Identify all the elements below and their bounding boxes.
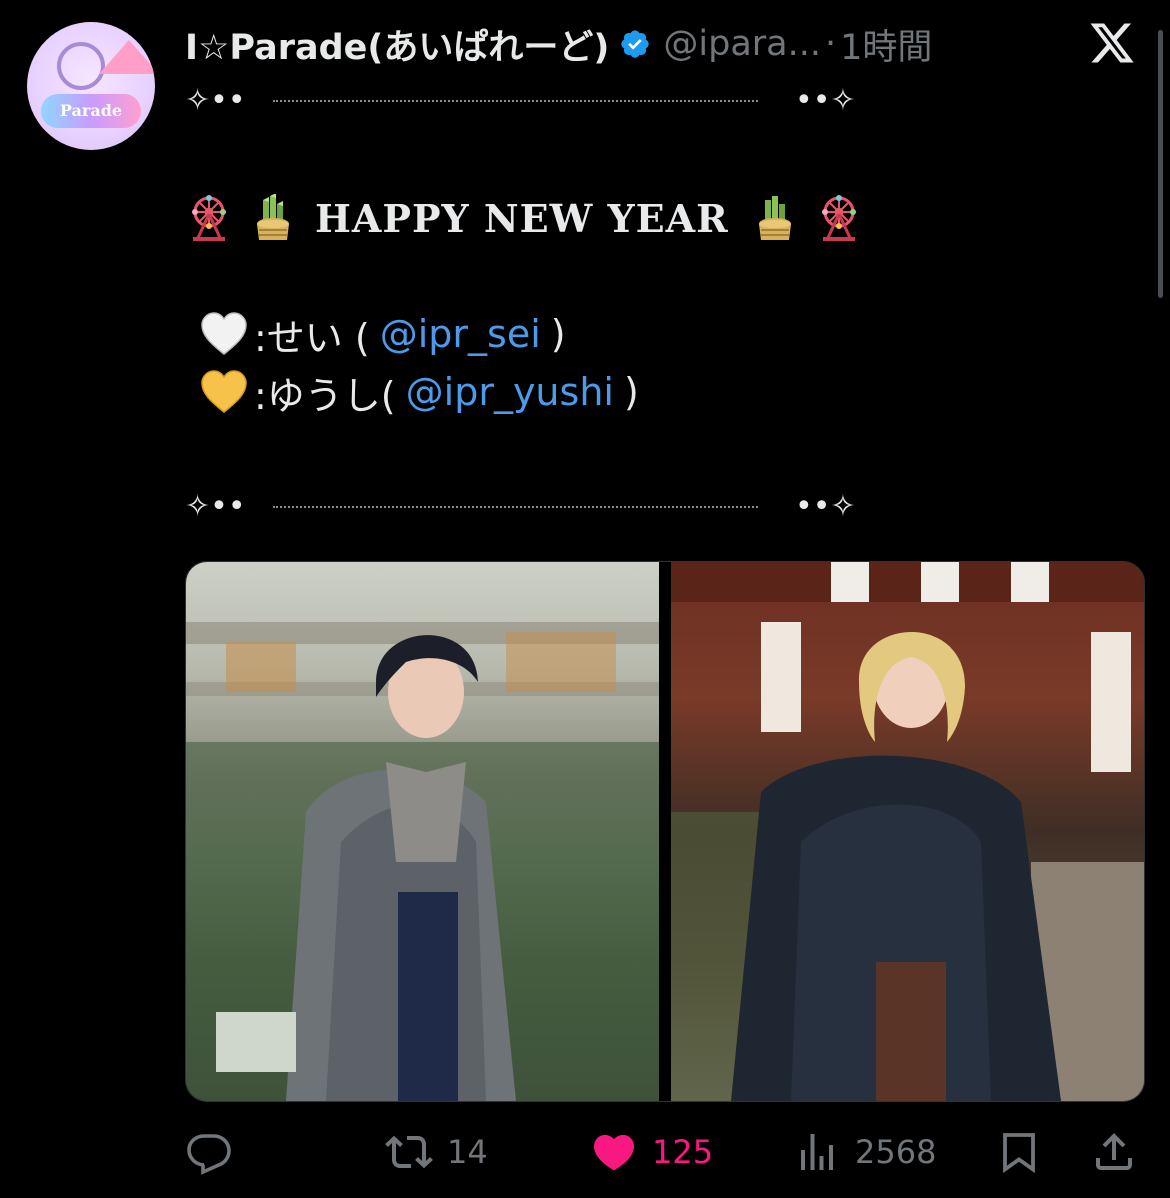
verified-badge-icon[interactable] <box>619 28 651 60</box>
sparkle-left: ✧•• <box>185 489 246 524</box>
kadomatsu-icon <box>758 196 791 240</box>
post-time[interactable]: 1時間 <box>840 19 932 70</box>
profile-avatar[interactable]: Parade <box>27 22 155 150</box>
views-icon <box>801 1134 833 1170</box>
white-heart-icon <box>201 312 247 355</box>
ferris-wheel-icon <box>821 195 856 241</box>
greeting-text: HAPPY NEW YEAR <box>315 195 729 241</box>
photo-sei-illustration <box>186 622 659 1101</box>
tweet-header: I☆Parade(あいぱれーど) @ipara... · 1時間 <box>185 16 932 72</box>
retweet-count: 14 <box>447 1133 488 1171</box>
member-close-paren: ) <box>550 312 566 356</box>
member-line-sei: :せい ( @ipr_sei ) <box>200 306 566 362</box>
views-button[interactable]: 2568 <box>793 1122 936 1182</box>
reply-button[interactable] <box>185 1122 247 1182</box>
reply-icon <box>187 1134 231 1175</box>
share-icon <box>1096 1133 1132 1170</box>
decor-line-top: ✧•• ••✧ <box>185 84 865 118</box>
mention-link[interactable]: @ipr_sei <box>380 312 541 356</box>
mention-link[interactable]: @ipr_yushi <box>406 370 614 414</box>
avatar-tent-shape <box>99 40 155 74</box>
like-count: 125 <box>652 1133 714 1171</box>
action-bar: 14 125 2568 <box>185 1122 1135 1182</box>
like-icon <box>593 1135 635 1171</box>
bookmark-icon <box>1003 1133 1035 1174</box>
share-button[interactable] <box>1090 1122 1138 1182</box>
ferris-wheel-icon <box>192 195 226 241</box>
sparkle-left: ✧•• <box>185 83 246 118</box>
user-handle[interactable]: @ipara... <box>663 24 821 64</box>
scrollbar[interactable] <box>1158 30 1163 298</box>
avatar-ferris-ring <box>57 42 105 90</box>
like-button[interactable]: 125 <box>590 1122 713 1182</box>
member-name: :せい ( <box>254 315 370 360</box>
avatar-logo-text: Parade <box>41 94 141 128</box>
photo-sei[interactable] <box>186 562 659 1101</box>
sparkle-right: ••✧ <box>795 83 856 118</box>
x-logo-icon <box>1090 23 1134 63</box>
member-line-yushi: :ゆうし( @ipr_yushi ) <box>200 364 639 420</box>
yellow-heart-icon <box>201 370 247 413</box>
retweet-icon <box>385 1135 433 1169</box>
decor-line-bottom: ✧•• ••✧ <box>185 490 865 524</box>
kadomatsu-icon <box>257 194 289 240</box>
media-grid <box>185 561 1145 1102</box>
member-close-paren: ) <box>623 370 639 414</box>
dotted-divider <box>273 506 758 508</box>
separator-dot: · <box>825 24 837 64</box>
greeting-line: HAPPY NEW YEAR <box>185 190 863 246</box>
dotted-divider <box>273 100 758 102</box>
photo-yushi-illustration <box>671 562 1144 1101</box>
views-count: 2568 <box>855 1133 937 1171</box>
retweet-button[interactable]: 14 <box>385 1122 488 1182</box>
member-name: :ゆうし( <box>254 373 396 418</box>
photo-yushi[interactable] <box>671 562 1144 1101</box>
bookmark-button[interactable] <box>995 1122 1043 1182</box>
display-name[interactable]: I☆Parade(あいぱれーど) <box>185 19 609 70</box>
sparkle-right: ••✧ <box>795 489 856 524</box>
